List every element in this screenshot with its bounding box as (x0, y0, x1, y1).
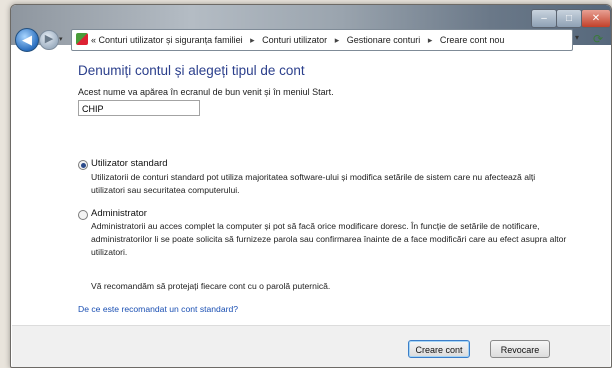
breadcrumb-separator-icon[interactable]: ▸ (250, 35, 255, 45)
main-content: Denumiți contul și alegeți tipul de cont… (12, 53, 610, 325)
breadcrumb-separator-icon[interactable]: ▸ (428, 35, 433, 45)
minimize-button[interactable]: – (531, 9, 557, 28)
password-recommendation: Vă recomandăm să protejați fiecare cont … (91, 281, 331, 291)
dialog-footer: Creare cont Revocare (12, 325, 610, 367)
standard-user-description: Utilizatorii de conturi standard pot uti… (91, 172, 536, 195)
maximize-button[interactable]: □ (556, 9, 582, 28)
administrator-description: Administratorii au acces complet la comp… (91, 221, 567, 257)
help-link[interactable]: De ce este recomandat un cont standard? (78, 304, 238, 314)
breadcrumb-item[interactable]: Creare cont nou (440, 35, 505, 45)
navigation-bar: ◀ ▶ ▾ « Conturi utilizator și siguranța … (15, 27, 607, 53)
standard-user-radio[interactable] (78, 160, 88, 170)
address-prefix: « (91, 35, 97, 45)
breadcrumb-item[interactable]: Conturi utilizator (262, 35, 327, 45)
administrator-radio[interactable] (78, 210, 88, 220)
history-dropdown-icon[interactable]: ▾ (59, 35, 63, 43)
breadcrumb-item[interactable]: Gestionare conturi (347, 35, 421, 45)
page-title: Denumiți contul și alegeți tipul de cont (78, 63, 305, 78)
control-panel-icon (76, 33, 88, 45)
create-account-button[interactable]: Creare cont (408, 340, 470, 358)
standard-user-label[interactable]: Utilizator standard (91, 158, 168, 169)
breadcrumb-separator-icon[interactable]: ▸ (335, 35, 340, 45)
account-name-input[interactable]: CHIP (78, 100, 200, 116)
cancel-button[interactable]: Revocare (490, 340, 550, 358)
forward-button[interactable]: ▶ (39, 30, 59, 50)
breadcrumb-item[interactable]: Conturi utilizator și siguranța familiei (99, 35, 243, 45)
administrator-label[interactable]: Administrator (91, 208, 147, 219)
refresh-icon[interactable]: ⟳ (589, 29, 607, 49)
close-button[interactable]: ✕ (581, 9, 611, 28)
name-description: Acest nume va apărea în ecranul de bun v… (78, 87, 334, 97)
back-button[interactable]: ◀ (15, 28, 39, 52)
create-account-window: – □ ✕ ◀ ▶ ▾ « Conturi utilizator și sigu… (10, 4, 612, 368)
address-dropdown-icon[interactable]: ▾ (575, 33, 579, 42)
address-bar[interactable]: « Conturi utilizator și siguranța famili… (71, 29, 573, 51)
